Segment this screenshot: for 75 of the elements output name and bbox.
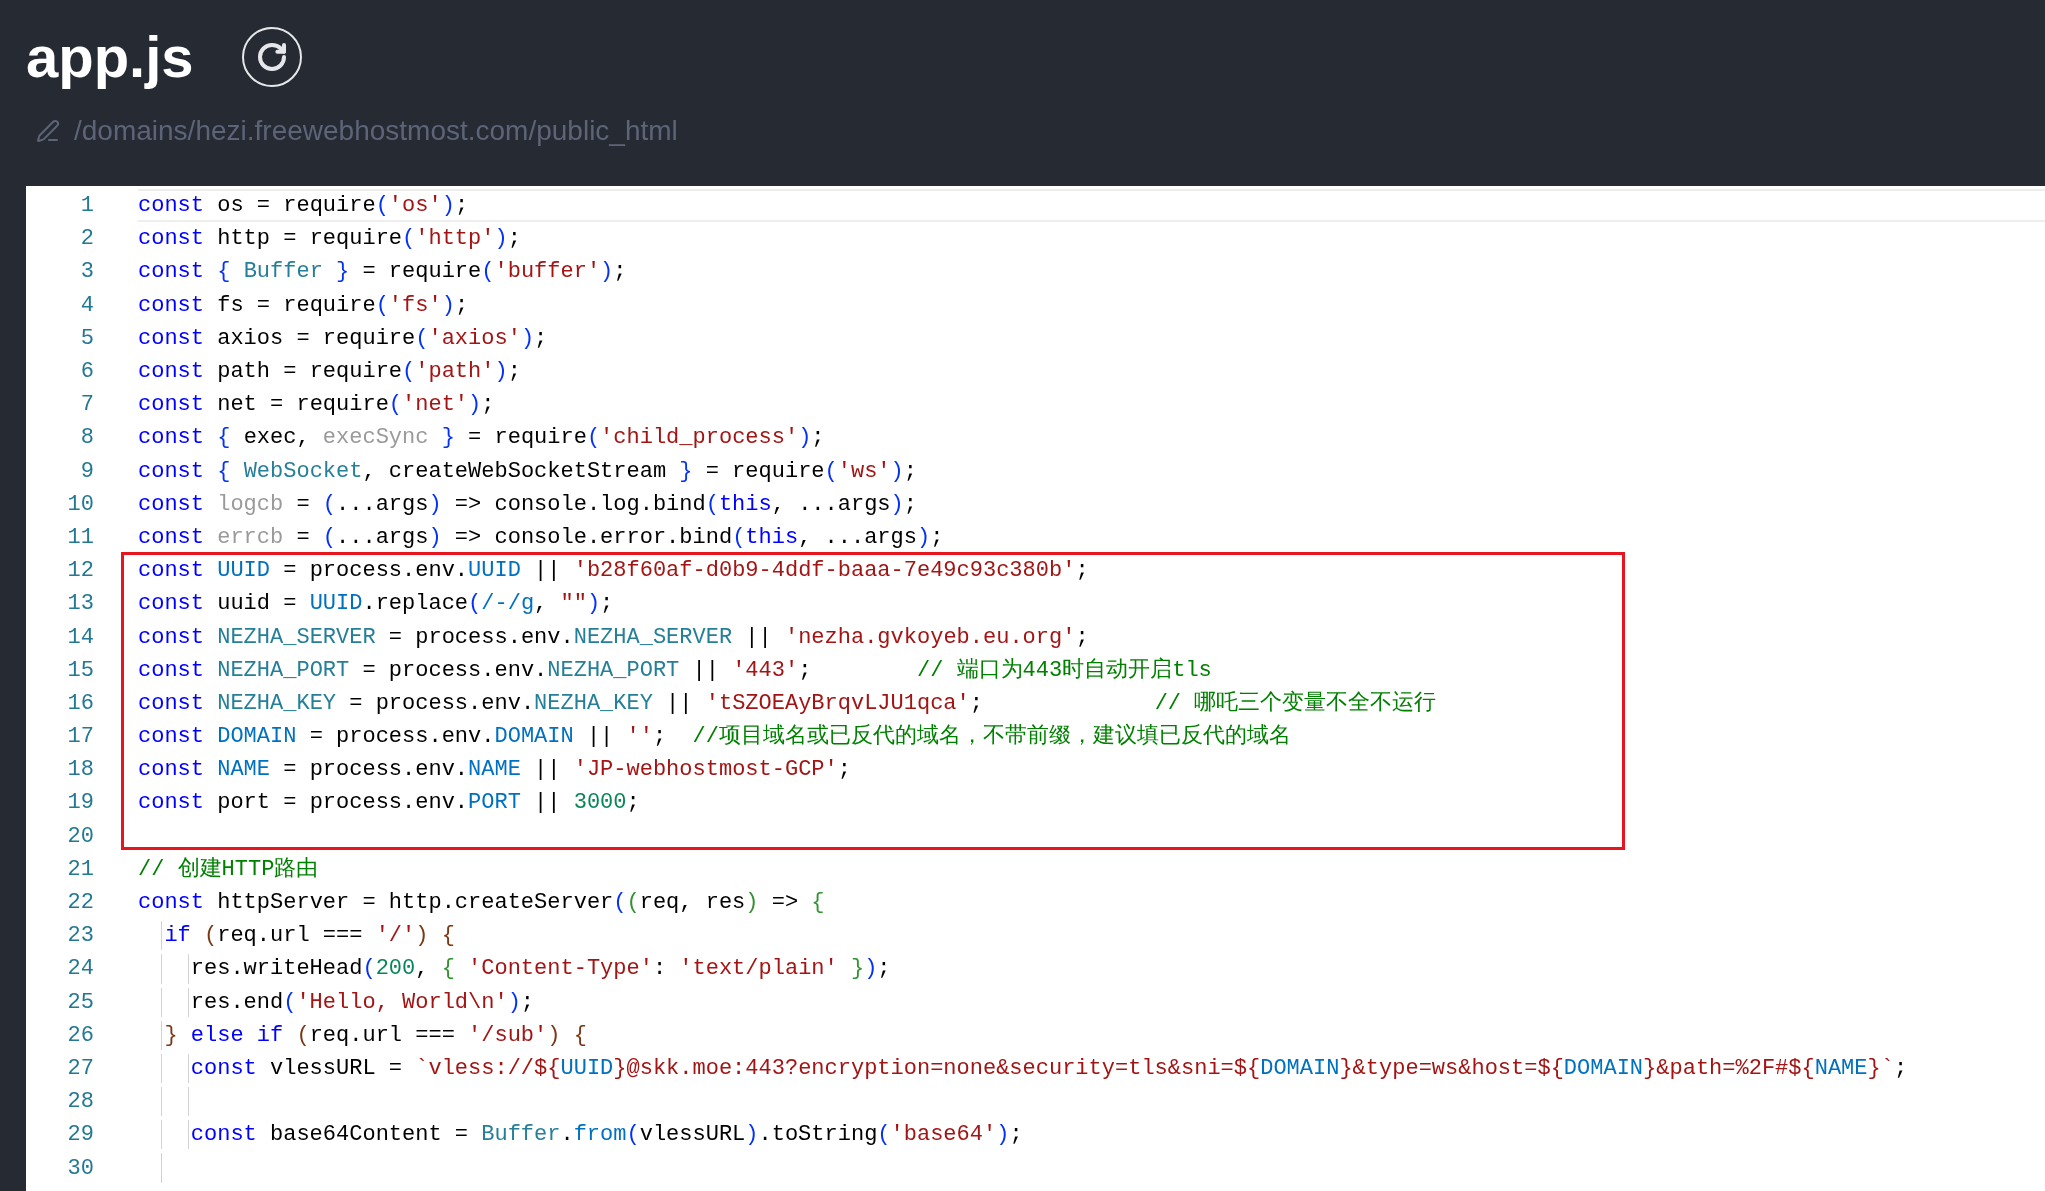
indent-guide bbox=[187, 1087, 189, 1117]
code-line: const base64Content = Buffer.from(vlessURL).toString('base64'); bbox=[190, 1121, 1023, 1150]
line-number: 16 bbox=[66, 689, 95, 718]
line-number: 17 bbox=[66, 723, 95, 752]
code-line: const httpServer = http.createServer((req, res) => { bbox=[138, 889, 825, 918]
line-number: 7 bbox=[79, 391, 95, 420]
code-line: const os = require('os'); bbox=[138, 192, 469, 221]
line-number: 21 bbox=[66, 855, 95, 884]
line-number: 18 bbox=[66, 756, 95, 785]
code-line: if (req.url === '/') { bbox=[164, 922, 455, 951]
code-line: const uuid = UUID.replace(/-/g, ""); bbox=[138, 590, 614, 619]
code-line: const axios = require('axios'); bbox=[138, 324, 548, 353]
code-line: const fs = require('fs'); bbox=[138, 291, 469, 320]
code-line: const UUID = process.env.UUID || 'b28f60af-d0b9-4ddf-baaa-7e49c93c380b'; bbox=[138, 557, 1089, 586]
code-line: // 创建HTTP路由 bbox=[138, 855, 319, 884]
line-number: 26 bbox=[66, 1021, 95, 1050]
code-line: } else if (req.url === '/sub') { bbox=[164, 1021, 587, 1050]
line-number: 25 bbox=[66, 988, 95, 1017]
code-line: res.end('Hello, World\n'); bbox=[190, 988, 535, 1017]
code-line: const logcb = (...args) => console.log.bind(this, ...args); bbox=[138, 490, 917, 519]
line-number: 20 bbox=[66, 822, 95, 851]
code-line: const { Buffer } = require('buffer'); bbox=[138, 258, 627, 287]
line-number: 5 bbox=[79, 324, 95, 353]
indent-guide bbox=[187, 1053, 189, 1084]
indent-guide bbox=[187, 1120, 189, 1150]
line-number: 15 bbox=[66, 656, 95, 685]
indent-guide bbox=[187, 987, 189, 1017]
line-number: 11 bbox=[66, 523, 95, 552]
indent-guide bbox=[161, 1053, 163, 1084]
code-line: res.writeHead(200, { 'Content-Type': 'text/plain' }); bbox=[190, 955, 891, 984]
line-number: 28 bbox=[66, 1088, 95, 1117]
indent-guide bbox=[161, 1020, 163, 1050]
code-line: const NEZHA_KEY = process.env.NEZHA_KEY || 'tSZOEAyBrqvLJU1qca'; // 哪吒三个变量不全不运行 bbox=[138, 689, 1437, 718]
code-line: const http = require('http'); bbox=[138, 225, 521, 254]
line-number: 12 bbox=[66, 557, 95, 586]
line-number: 19 bbox=[66, 789, 95, 818]
line-number: 9 bbox=[79, 457, 95, 486]
line-number: 29 bbox=[66, 1121, 95, 1150]
indent-guide bbox=[161, 1153, 163, 1183]
code-line: const vlessURL = `vless://${UUID}@skk.moe:443?encryption=none&security=tls&sni=${DOMAIN}&type=ws&host=${DOMAIN}&path=%2F#${NAME}`; bbox=[190, 1054, 1908, 1083]
indent-guide bbox=[161, 921, 163, 951]
line-number: 30 bbox=[66, 1154, 95, 1183]
indent-guide bbox=[161, 954, 163, 984]
line-number: 24 bbox=[66, 955, 95, 984]
code-line: const { WebSocket, createWebSocketStream } = require('ws'); bbox=[138, 457, 917, 486]
file-path: /domains/hezi.freewebhostmost.com/public_html bbox=[74, 114, 678, 148]
line-number: 13 bbox=[66, 590, 95, 619]
code-line: const NAME = process.env.NAME || 'JP-webhostmost-GCP'; bbox=[138, 756, 851, 785]
code-line: const { exec, execSync } = require('child_process'); bbox=[138, 424, 825, 453]
code-line: const DOMAIN = process.env.DOMAIN || ''; //项目域名或已反代的域名，不带前缀，建议填已反代的域名 bbox=[138, 723, 1291, 752]
indent-guide bbox=[161, 987, 163, 1017]
line-number: 22 bbox=[66, 889, 95, 918]
line-number: 4 bbox=[79, 291, 95, 320]
code-line: const errcb = (...args) => console.error.bind(this, ...args); bbox=[138, 523, 944, 552]
refresh-icon bbox=[255, 41, 288, 73]
code-line: const NEZHA_PORT = process.env.NEZHA_PORT || '443'; // 端口为443时自动开启tls bbox=[138, 656, 1212, 685]
line-number: 23 bbox=[66, 922, 95, 951]
line-number: 6 bbox=[79, 358, 95, 387]
line-number: 10 bbox=[66, 490, 95, 519]
file-title: app.js bbox=[26, 23, 194, 91]
indent-guide bbox=[161, 1120, 163, 1150]
edit-icon bbox=[36, 119, 60, 143]
indent-guide bbox=[161, 1087, 163, 1117]
code-line: const NEZHA_SERVER = process.env.NEZHA_SERVER || 'nezha.gvkoyeb.eu.org'; bbox=[138, 623, 1089, 652]
refresh-button[interactable] bbox=[241, 27, 302, 87]
line-number: 27 bbox=[66, 1054, 95, 1083]
line-number: 8 bbox=[79, 424, 95, 453]
line-number: 3 bbox=[79, 258, 95, 287]
code-line: const port = process.env.PORT || 3000; bbox=[138, 789, 640, 818]
line-number: 1 bbox=[79, 192, 95, 221]
line-number: 14 bbox=[66, 623, 95, 652]
code-line: const path = require('path'); bbox=[138, 358, 521, 387]
indent-guide bbox=[187, 954, 189, 984]
line-number: 2 bbox=[79, 225, 95, 254]
code-line: const net = require('net'); bbox=[138, 391, 495, 420]
